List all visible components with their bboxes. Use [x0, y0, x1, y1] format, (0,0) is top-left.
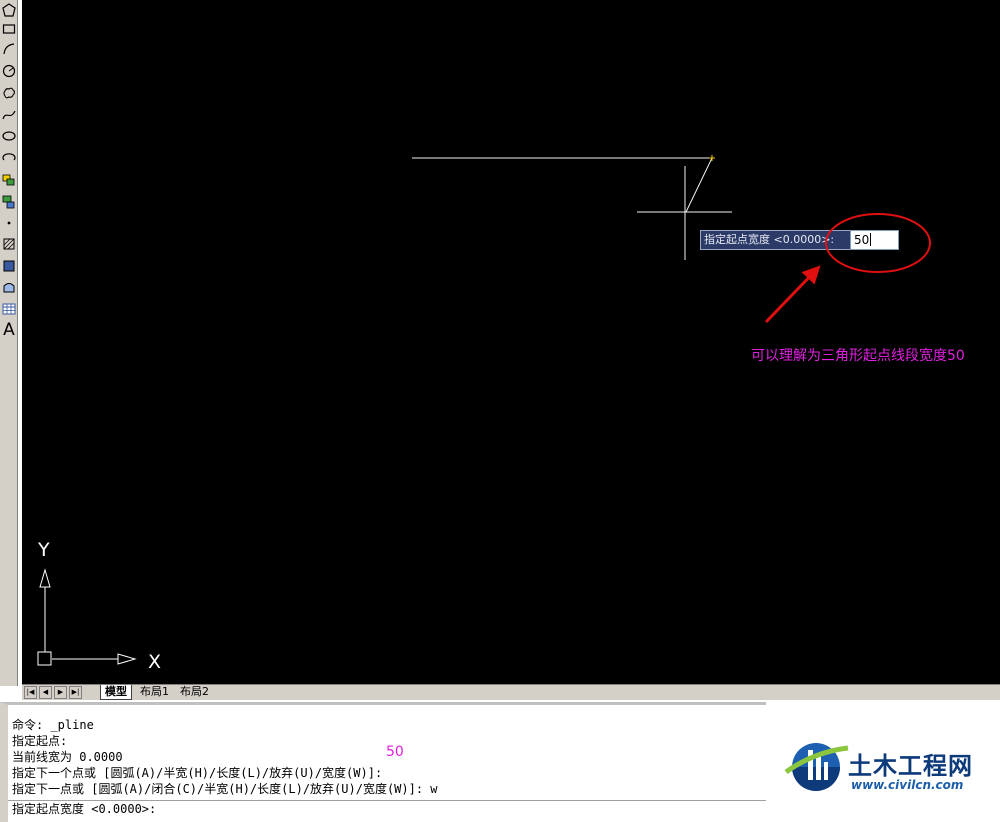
text-icon[interactable]: A: [0, 320, 18, 340]
tab-nav-first-button[interactable]: |◀: [24, 686, 37, 699]
logo-title: 土木工程网: [848, 752, 973, 780]
tab-nav-last-button[interactable]: ▶|: [69, 686, 82, 699]
ellipse-icon[interactable]: [0, 126, 18, 146]
region-icon[interactable]: [0, 278, 18, 298]
tab-layout1[interactable]: 布局1: [136, 685, 173, 700]
spline-icon[interactable]: [0, 105, 18, 125]
insert-block-icon[interactable]: [0, 170, 18, 190]
layout-tab-bar: |◀ ◀ ▶ ▶| 模型 布局1 布局2: [22, 684, 1000, 700]
rectangle-icon[interactable]: [0, 19, 18, 39]
dynamic-input-prompt: 指定起点宽度 <0.0000>:: [700, 230, 870, 250]
command-history-line: 指定下一点或 [圆弧(A)/闭合(C)/半宽(H)/长度(L)/放弃(U)/宽度…: [12, 782, 438, 796]
annotation-note: 可以理解为三角形起点线段宽度50: [751, 348, 965, 364]
globe-logo-icon: [784, 743, 849, 791]
drawing-canvas[interactable]: 指定起点宽度 <0.0000>: 50 可以理解为三角形起点线段宽度50: [22, 0, 1000, 684]
hatch-icon[interactable]: [0, 234, 18, 254]
point-icon[interactable]: [0, 213, 18, 233]
command-prompt: 指定起点宽度 <0.0000>:: [12, 802, 157, 816]
tab-nav-next-button[interactable]: ▶: [54, 686, 67, 699]
ellipse-arc-icon[interactable]: [0, 148, 18, 168]
command-window: 命令: _pline 指定起点: 当前线宽为 0.0000 指定下一个点或 [圆…: [0, 702, 766, 822]
table-icon[interactable]: [0, 299, 18, 319]
dynamic-input-field[interactable]: 50: [850, 230, 899, 250]
logo-url: www.civilcn.com: [851, 778, 964, 792]
revision-cloud-icon[interactable]: [0, 83, 18, 103]
draw-toolbar: A: [0, 0, 18, 686]
command-history-line: 指定下一个点或 [圆弧(A)/半宽(H)/长度(L)/放弃(U)/宽度(W)]:: [12, 766, 383, 780]
command-history-line: 命令: _pline: [12, 718, 94, 732]
tab-nav-prev-button[interactable]: ◀: [39, 686, 52, 699]
tab-model[interactable]: 模型: [100, 685, 132, 700]
gradient-icon[interactable]: [0, 256, 18, 276]
command-annotation-note: 50: [386, 744, 404, 760]
command-input-line[interactable]: 指定起点宽度 <0.0000>:: [8, 800, 766, 818]
circle-icon[interactable]: [0, 61, 18, 81]
make-block-icon[interactable]: [0, 192, 18, 212]
dynamic-input-value: 50: [854, 233, 870, 247]
tab-layout2[interactable]: 布局2: [176, 685, 213, 700]
text-tool-glyph: A: [3, 319, 15, 340]
polygon-icon[interactable]: [0, 0, 18, 20]
text-caret: [870, 233, 872, 246]
site-logo: 土木工程网 www.civilcn.com: [766, 702, 1000, 822]
arc-icon[interactable]: [0, 39, 18, 59]
